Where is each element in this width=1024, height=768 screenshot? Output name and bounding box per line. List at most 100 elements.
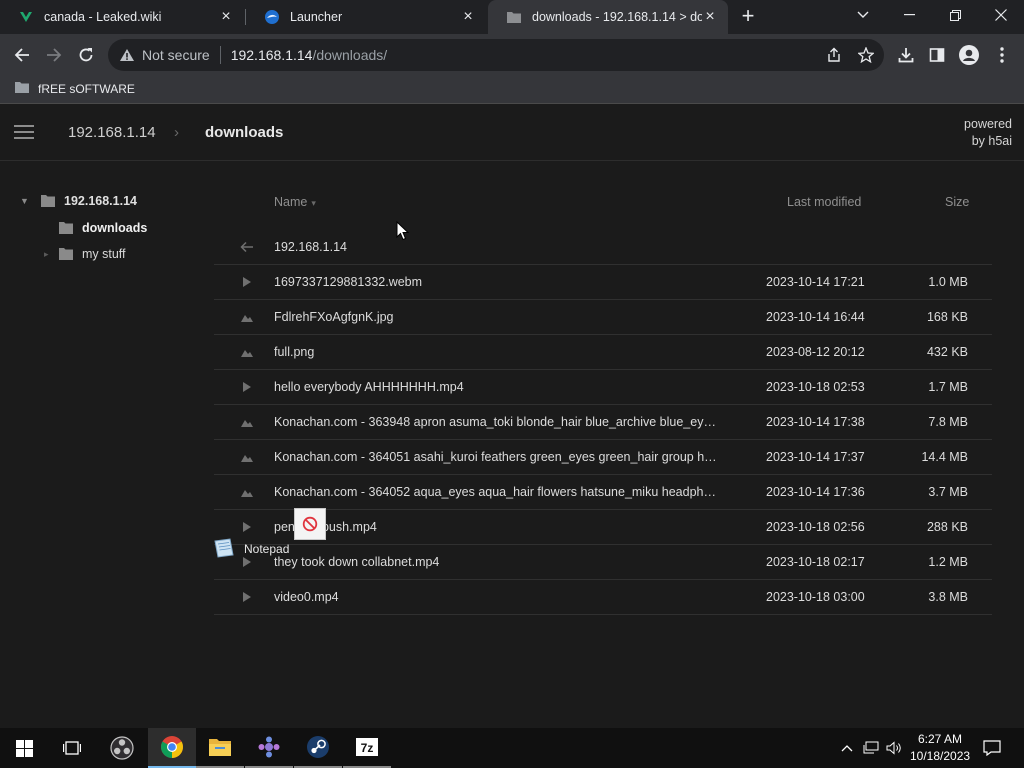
column-header-modified[interactable]: Last modified xyxy=(787,195,861,209)
close-icon[interactable]: × xyxy=(702,8,718,25)
caret-right-icon[interactable]: ▸ xyxy=(44,249,50,260)
tab-downloads[interactable]: downloads - 192.168.1.14 > dov × xyxy=(488,0,728,34)
notifications-button[interactable] xyxy=(980,728,1004,768)
no-entry-icon xyxy=(302,516,318,532)
caret-down-icon[interactable]: ▼ xyxy=(20,196,32,206)
restore-button[interactable] xyxy=(932,0,978,30)
downloads-button[interactable] xyxy=(890,39,922,71)
breadcrumb-root[interactable]: 192.168.1.14 xyxy=(68,124,156,141)
tab-title: downloads - 192.168.1.14 > dov xyxy=(532,10,702,24)
restore-icon xyxy=(949,9,961,21)
powered-by[interactable]: powered by h5ai xyxy=(964,116,1012,150)
image-icon xyxy=(240,345,254,359)
file-modified: 2023-10-14 17:37 xyxy=(766,450,865,464)
share-icon[interactable] xyxy=(824,45,844,65)
minimize-icon xyxy=(903,14,915,16)
file-modified: 2023-10-14 17:38 xyxy=(766,415,865,429)
side-panel-button[interactable] xyxy=(921,39,953,71)
file-name: video0.mp4 xyxy=(274,590,339,604)
image-icon xyxy=(240,485,254,499)
close-window-button[interactable] xyxy=(978,0,1024,30)
menu-button[interactable] xyxy=(986,39,1018,71)
arrow-left-icon xyxy=(14,48,29,62)
file-modified: 2023-10-18 02:56 xyxy=(766,520,865,534)
file-row[interactable]: Konachan.com - 363948 apron asuma_toki b… xyxy=(214,405,992,440)
taskbar-file-explorer[interactable] xyxy=(196,728,244,768)
chrome-icon xyxy=(161,736,183,758)
breadcrumb-current[interactable]: downloads xyxy=(205,124,283,141)
star-icon[interactable] xyxy=(856,45,876,65)
image-icon xyxy=(240,450,254,464)
file-size: 1.2 MB xyxy=(928,555,968,569)
tab-title: canada - Leaked.wiki xyxy=(44,10,162,24)
reload-button[interactable] xyxy=(70,39,102,71)
parent-folder-row[interactable]: 192.168.1.14 xyxy=(214,230,992,265)
file-name: Konachan.com - 364051 asahi_kuroi feathe… xyxy=(274,450,717,464)
security-label[interactable]: Not secure xyxy=(142,47,210,63)
taskbar-7zip[interactable]: 7z xyxy=(343,728,391,768)
task-view-button[interactable] xyxy=(48,728,96,768)
show-hidden-icons-button[interactable] xyxy=(838,728,856,768)
side-panel-icon xyxy=(929,48,945,62)
file-row[interactable]: hello everybody AHHHHHHH.mp4 2023-10-18 0… xyxy=(214,370,992,405)
system-clock[interactable]: 6:27 AM 10/18/2023 xyxy=(910,731,970,765)
tree-item-root[interactable]: ▼ 192.168.1.14 xyxy=(20,194,137,208)
taskbar-chrome[interactable] xyxy=(148,728,196,768)
volume-button[interactable] xyxy=(884,728,904,768)
file-size: 432 KB xyxy=(926,345,968,359)
tab-title: Launcher xyxy=(290,10,343,24)
taskbar-obs[interactable] xyxy=(98,728,146,768)
7zip-icon: 7z xyxy=(356,738,378,756)
new-tab-button[interactable]: + xyxy=(736,5,760,29)
taskbar-steam[interactable] xyxy=(294,728,342,768)
file-size: 7.8 MB xyxy=(928,415,968,429)
bookmarks-bar: fREE sOFTWARE xyxy=(0,76,1024,104)
file-row[interactable]: Konachan.com - 364052 aqua_eyes aqua_hai… xyxy=(214,475,992,510)
file-size: 14.4 MB xyxy=(921,450,968,464)
bookmark-label: fREE sOFTWARE xyxy=(38,82,135,96)
warning-icon[interactable] xyxy=(118,46,136,64)
file-row[interactable]: full.png 2023-08-12 20:12 432 KB xyxy=(214,335,992,370)
file-name: 1697337129881332.webm xyxy=(274,275,423,289)
network-button[interactable] xyxy=(861,728,881,768)
address-bar[interactable]: Not secure 192.168.1.14 /downloads/ xyxy=(108,39,884,71)
bookmark-folder-free-software[interactable]: fREE sOFTWARE xyxy=(14,81,135,97)
play-icon xyxy=(240,520,254,534)
tree-item-downloads[interactable]: downloads xyxy=(58,221,147,235)
h5ai-page: 192.168.1.14 › downloads powered by h5ai… xyxy=(0,105,1024,728)
tab-launcher[interactable]: Launcher × xyxy=(246,0,486,34)
notification-icon xyxy=(983,740,1001,756)
file-row[interactable]: FdlrehFXoAgfgnK.jpg 2023-10-14 16:44 168 K… xyxy=(214,300,992,335)
taskbar-app[interactable] xyxy=(245,728,293,768)
play-icon xyxy=(240,380,254,394)
tree-item-my-stuff[interactable]: ▸ my stuff xyxy=(44,247,126,261)
file-modified: 2023-08-12 20:12 xyxy=(766,345,865,359)
back-button[interactable] xyxy=(6,39,38,71)
tab-strip: canada - Leaked.wiki × Launcher × downlo… xyxy=(0,0,1024,34)
leaked-wiki-favicon xyxy=(18,9,34,25)
arrow-left-icon xyxy=(240,240,254,254)
tab-search-button[interactable] xyxy=(840,0,886,30)
file-name: FdlrehFXoAgfgnK.jpg xyxy=(274,310,394,324)
close-icon[interactable]: × xyxy=(460,8,476,25)
tab-leaked-wiki[interactable]: canada - Leaked.wiki × xyxy=(0,0,244,34)
close-icon[interactable]: × xyxy=(218,8,234,25)
start-button[interactable] xyxy=(0,728,48,768)
windows-start-icon xyxy=(15,739,33,757)
minimize-button[interactable] xyxy=(886,0,932,30)
column-header-size[interactable]: Size xyxy=(945,195,969,209)
hamburger-menu-icon[interactable] xyxy=(14,125,34,139)
file-row[interactable]: 1697337129881332.webm 2023-10-14 17:21 1.0… xyxy=(214,265,992,300)
file-row[interactable]: Konachan.com - 364051 asahi_kuroi feathe… xyxy=(214,440,992,475)
forward-button[interactable] xyxy=(38,39,70,71)
profile-button[interactable] xyxy=(953,39,985,71)
folder-icon xyxy=(58,221,74,235)
file-row[interactable]: they took down collabnet.mp4 2023-10-18 0… xyxy=(214,545,992,580)
file-row[interactable]: penguin push.mp4 2023-10-18 02:56 288 KB xyxy=(214,510,992,545)
file-size: 1.0 MB xyxy=(928,275,968,289)
obs-icon xyxy=(110,736,134,760)
drag-label: Notepad xyxy=(244,542,290,556)
file-row[interactable]: video0.mp4 2023-10-18 03:00 3.8 MB xyxy=(214,580,992,615)
column-header-name[interactable]: Name ▾ xyxy=(274,195,316,209)
kebab-menu-icon xyxy=(1000,47,1004,63)
